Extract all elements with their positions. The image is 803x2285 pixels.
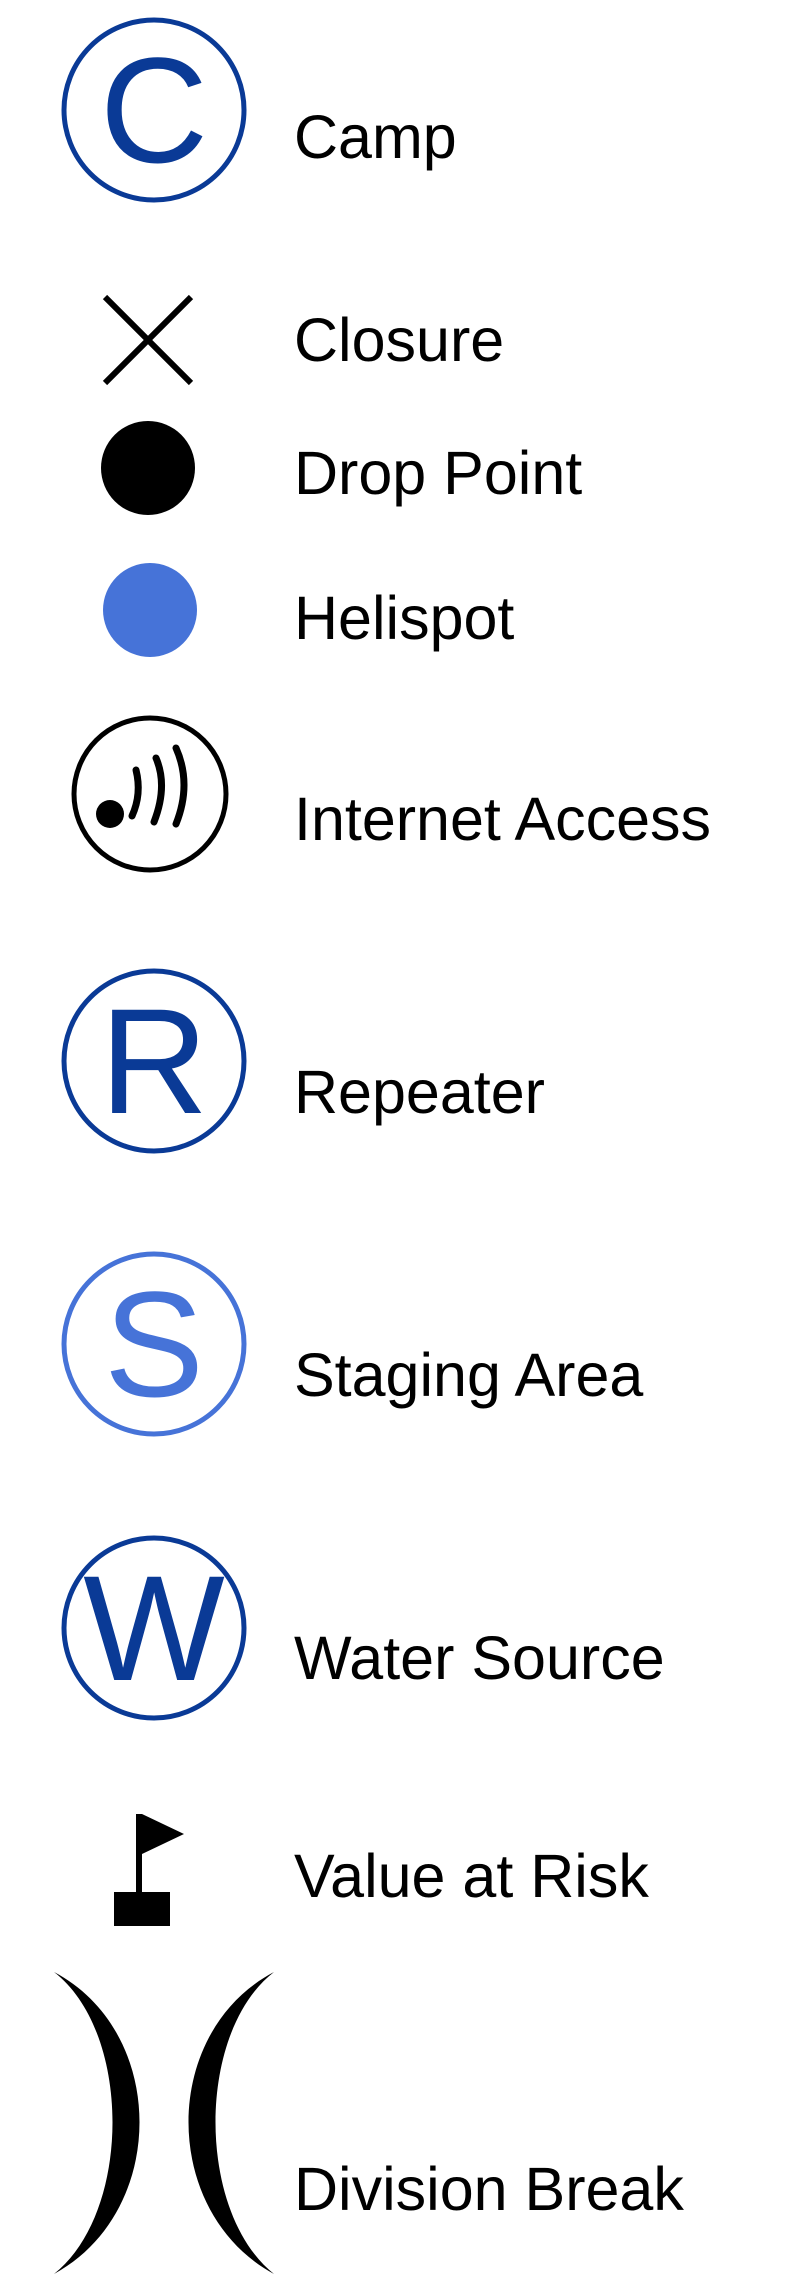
legend-label-staging-area: Staging Area [294,1341,644,1409]
repeater-letter: R [100,977,208,1145]
legend-label-water-source: Water Source [294,1624,665,1692]
legend-label-helispot: Helispot [294,584,515,652]
division-break-icon [44,1968,284,2278]
repeater-icon: R [60,967,248,1155]
helispot-icon [102,562,198,658]
legend-label-value-at-risk: Value at Risk [294,1842,649,1910]
staging-area-letter: S [104,1260,204,1428]
legend-label-closure: Closure [294,306,505,374]
legend-label-drop-point: Drop Point [294,439,583,507]
closure-icon [102,294,194,386]
internet-access-icon [70,714,230,874]
legend-label-repeater: Repeater [294,1058,545,1126]
legend-label-internet-access: Internet Access [294,785,712,853]
camp-letter: C [100,26,208,194]
legend-label-division-break: Division Break [294,2155,684,2223]
staging-area-icon: S [60,1250,248,1438]
water-source-icon: W [60,1534,248,1722]
drop-point-icon [100,420,196,516]
water-source-letter: W [83,1544,225,1712]
camp-icon: C [60,16,248,204]
value-at-risk-icon [112,1812,184,1928]
legend-label-camp: Camp [294,103,457,171]
